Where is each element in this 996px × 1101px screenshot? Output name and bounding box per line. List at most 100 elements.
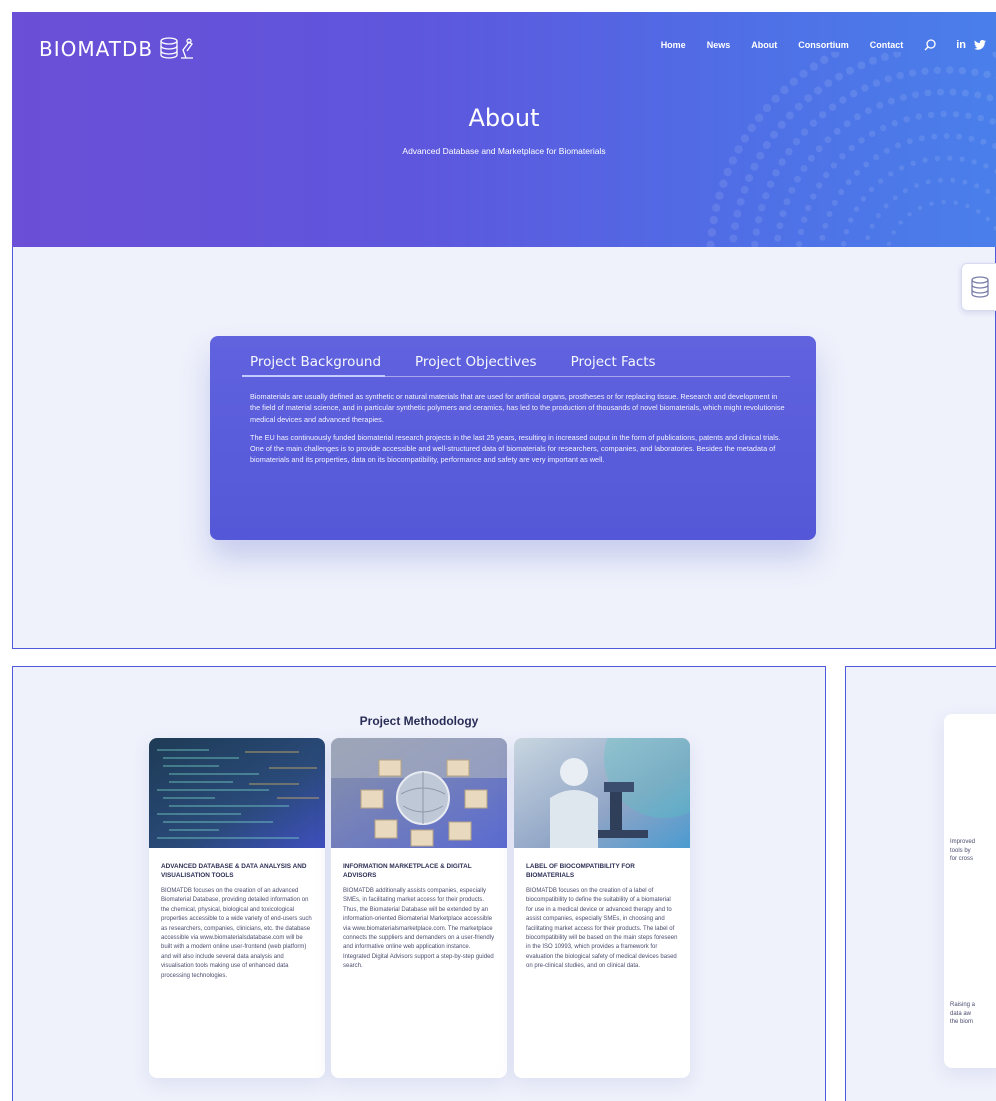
decorative-dot (731, 222, 739, 231)
decorative-dot (838, 189, 845, 195)
decorative-dot (888, 171, 894, 177)
decorative-dot (805, 204, 812, 212)
laboratory-image (514, 738, 690, 848)
decorative-dot (985, 188, 991, 194)
decorative-dot (921, 67, 929, 75)
decorative-dot (816, 182, 823, 189)
decorative-dot (740, 185, 749, 194)
decorative-dot (976, 209, 981, 214)
partial-text-line: Raising a (950, 1002, 976, 1008)
project-info-section: Project Background Project Objectives Pr… (12, 247, 996, 649)
decorative-dot (794, 175, 801, 183)
decorative-dot (910, 160, 916, 166)
decorative-dot (774, 234, 782, 242)
decorative-dot (884, 75, 892, 83)
decorative-dot (740, 134, 750, 143)
decorative-dot (974, 183, 980, 189)
methodology-card[interactable]: INFORMATION MARKETPLACE & DIGITAL ADVISO… (331, 738, 507, 1078)
decorative-dot (779, 210, 787, 218)
nav-about[interactable]: About (751, 40, 777, 50)
page-title: About (468, 104, 540, 132)
tab-project-facts[interactable]: Project Facts (571, 354, 656, 370)
decorative-dot (924, 89, 932, 97)
partial-text-line: data aw (950, 1010, 972, 1017)
decorative-dot (865, 235, 871, 241)
tab-bar: Project Background Project Objectives Pr… (241, 354, 790, 377)
decorative-dot (755, 216, 763, 224)
decorative-dot (715, 191, 724, 200)
decorative-dot (780, 85, 789, 95)
card-text: BIOMATDB focuses on the creation of an a… (161, 888, 312, 979)
methodology-section: Project Methodology ADVANCED DATABASE & … (12, 666, 826, 1101)
brand-logo[interactable]: BIOMATDB (39, 36, 195, 62)
decorative-dot (789, 77, 798, 86)
decorative-dot (937, 177, 943, 183)
decorative-dot (788, 186, 796, 194)
decorative-dot (766, 180, 775, 188)
search-icon[interactable] (924, 39, 936, 51)
decorative-dot (840, 241, 847, 247)
globe-boxes-image (331, 738, 507, 848)
decorative-dot (839, 96, 847, 104)
decorative-dot (723, 167, 732, 177)
decorative-dot (860, 196, 867, 202)
decorative-dot (709, 215, 718, 225)
tab-project-objectives[interactable]: Project Objectives (415, 354, 537, 370)
twitter-icon[interactable] (974, 40, 986, 50)
decorative-dot (861, 84, 869, 92)
decorative-dot (831, 199, 838, 206)
decorative-dot (971, 68, 979, 76)
decorative-dot (941, 199, 946, 205)
nav-news[interactable]: News (707, 40, 731, 50)
decorative-dot (917, 205, 923, 211)
nav-contact[interactable]: Contact (870, 40, 904, 50)
methodology-card[interactable]: ADVANCED DATABASE & DATA ANALYSIS AND VI… (149, 738, 325, 1078)
decorative-dot (733, 209, 742, 218)
decorative-dot (950, 177, 956, 183)
decorative-dot (959, 156, 965, 162)
nav-home[interactable]: Home (661, 40, 686, 50)
decorative-dot (830, 162, 838, 169)
partial-text-line: for cross (950, 856, 974, 863)
decorative-dot (797, 228, 805, 235)
tab-project-background[interactable]: Project Background (241, 354, 386, 377)
decorative-dot (886, 241, 892, 246)
decorative-dot (896, 71, 904, 80)
decorative-dot (799, 69, 808, 78)
decorative-dot (878, 178, 884, 184)
partial-text-line: the biom (950, 1019, 974, 1026)
decorative-dot (772, 169, 780, 177)
decorative-dot (892, 195, 898, 201)
decorative-dot (835, 72, 843, 81)
decorative-dot (858, 137, 865, 144)
decorative-dot (875, 213, 881, 219)
decorative-dot (906, 138, 913, 145)
decorative-dot (868, 186, 875, 193)
decorative-dot (974, 91, 982, 99)
decorative-dot (822, 222, 829, 229)
decorative-dot (854, 169, 860, 176)
decorative-dot (925, 179, 931, 185)
methodology-card[interactable]: LABEL OF BIOCOMPATIBILITY FOR BIOMATERIA… (514, 738, 690, 1078)
hero-banner: BIOMATDB Home News About Consortium Cont… (12, 12, 996, 247)
nav-consortium[interactable]: Consortium (798, 40, 849, 50)
page-subtitle: Advanced Database and Marketplace for Bi… (402, 146, 606, 156)
database-widget-button[interactable] (961, 263, 996, 311)
database-icon (971, 276, 989, 298)
decorative-dot (845, 179, 852, 186)
decorative-dot (965, 203, 970, 209)
tab-paragraph: The EU has continuously funded biomateri… (250, 432, 781, 465)
decorative-dot (826, 211, 833, 217)
decorative-dot (946, 66, 954, 74)
decorative-dot (762, 192, 770, 200)
decorative-dot (872, 79, 881, 87)
decorative-dot (971, 159, 977, 165)
decorative-dot (800, 165, 808, 172)
decorative-dot (758, 204, 766, 212)
decorative-dot (958, 67, 967, 75)
decorative-dot (914, 183, 919, 188)
card-title: INFORMATION MARKETPLACE & DIGITAL ADVISO… (343, 863, 472, 879)
decorative-dot (937, 88, 944, 96)
linkedin-icon[interactable]: in (956, 39, 966, 51)
decorative-dot (869, 56, 877, 65)
